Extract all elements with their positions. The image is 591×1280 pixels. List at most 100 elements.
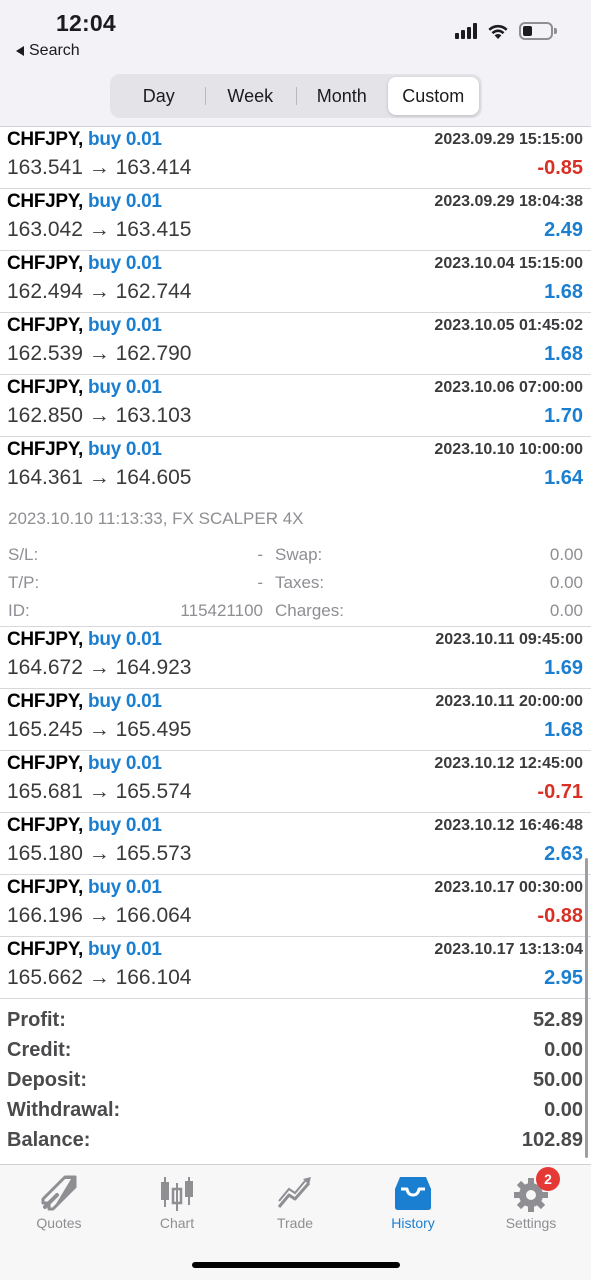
- trade-row[interactable]: CHFJPY, buy 0.01 165.245 → 165.495 2023.…: [0, 689, 591, 751]
- trade-side: buy 0.01: [88, 315, 162, 336]
- summary-value: 52.89: [532, 1009, 583, 1031]
- trade-prices: 164.672 → 164.923: [7, 656, 192, 679]
- trade-side: buy 0.01: [88, 691, 162, 712]
- period-segmented-control: Day Week Month Custom: [110, 74, 482, 118]
- trade-row[interactable]: CHFJPY, buy 0.01 164.672 → 164.923 2023.…: [0, 627, 591, 689]
- trade-time: 2023.10.12 12:45:00: [434, 755, 583, 772]
- cellular-signal-icon: [455, 23, 477, 39]
- notification-badge: 2: [536, 1167, 560, 1191]
- segment-label: Month: [316, 85, 367, 106]
- trade-side: buy 0.01: [88, 877, 162, 898]
- trade-profit: -0.71: [537, 781, 583, 803]
- trade-prices: 165.245 → 165.495: [7, 718, 192, 741]
- wifi-icon: [488, 24, 508, 39]
- trade-symbol: CHFJPY, buy 0.01: [7, 439, 162, 460]
- scroll-indicator[interactable]: [585, 858, 588, 1158]
- tab-label: Settings: [505, 1215, 557, 1231]
- trade-side: buy 0.01: [88, 253, 162, 274]
- tab-chart[interactable]: Chart: [118, 1173, 236, 1237]
- trade-side: buy 0.01: [88, 191, 162, 212]
- trade-detail-panel: 2023.10.10 11:13:33, FX SCALPER 4X S/L: …: [0, 499, 591, 627]
- trade-side: buy 0.01: [88, 439, 162, 460]
- trade-row[interactable]: CHFJPY, buy 0.01 165.180 → 165.573 2023.…: [0, 813, 591, 875]
- tab-history[interactable]: History: [354, 1173, 472, 1237]
- trade-symbol: CHFJPY, buy 0.01: [7, 877, 162, 898]
- trade-prices: 164.361 → 164.605: [7, 466, 192, 489]
- status-time: 12:04: [56, 10, 116, 36]
- trade-symbol: CHFJPY, buy 0.01: [7, 629, 162, 650]
- trade-time: 2023.10.12 16:46:48: [434, 817, 583, 834]
- trade-row[interactable]: CHFJPY, buy 0.01 162.494 → 162.744 2023.…: [0, 251, 591, 313]
- trade-side: buy 0.01: [88, 377, 162, 398]
- tp-label: T/P:: [8, 573, 40, 592]
- trade-side: buy 0.01: [88, 129, 162, 150]
- swap-label: Swap:: [275, 545, 323, 564]
- swap-value: 0.00: [549, 545, 583, 564]
- header: 12:04 Search Day Week Month Custom: [0, 0, 591, 126]
- back-label: Search: [29, 42, 80, 59]
- tab-label: Trade: [276, 1215, 314, 1231]
- trade-row[interactable]: CHFJPY, buy 0.01 163.541 → 163.414 2023.…: [0, 127, 591, 189]
- tab-label: Quotes: [36, 1215, 82, 1231]
- trade-prices: 163.541 → 163.414: [7, 156, 192, 179]
- summary-balance: Balance: 102.89: [0, 1129, 591, 1159]
- tab-trade[interactable]: Trade: [236, 1173, 354, 1237]
- summary-value: 0.00: [544, 1039, 583, 1061]
- trade-side: buy 0.01: [88, 939, 162, 960]
- id-value: 115421100: [180, 601, 263, 620]
- trade-time: 2023.10.06 07:00:00: [434, 379, 583, 396]
- segment-week[interactable]: Week: [204, 77, 297, 115]
- trade-row[interactable]: CHFJPY, buy 0.01 165.681 → 165.574 2023.…: [0, 751, 591, 813]
- segment-month[interactable]: Month: [296, 77, 388, 115]
- summary-value: 0.00: [544, 1099, 583, 1121]
- sl-label: S/L:: [8, 545, 39, 564]
- trade-row[interactable]: CHFJPY, buy 0.01 165.662 → 166.104 2023.…: [0, 937, 591, 999]
- summary-label: Withdrawal:: [7, 1099, 121, 1121]
- trade-row[interactable]: CHFJPY, buy 0.01 166.196 → 166.064 2023.…: [0, 875, 591, 937]
- trade-row-expanded[interactable]: CHFJPY, buy 0.01 164.361 → 164.605 2023.…: [0, 437, 591, 499]
- summary-label: Credit:: [7, 1039, 72, 1061]
- trade-profit: -0.85: [537, 157, 583, 179]
- back-to-search-button[interactable]: Search: [16, 42, 80, 60]
- summary-profit: Profit: 52.89: [0, 1009, 591, 1039]
- summary-credit: Credit: 0.00: [0, 1039, 591, 1069]
- history-list[interactable]: CHFJPY, buy 0.01 163.541 → 163.414 2023.…: [0, 126, 591, 1164]
- trade-row[interactable]: CHFJPY, buy 0.01 162.850 → 163.103 2023.…: [0, 375, 591, 437]
- summary-label: Profit:: [7, 1009, 66, 1031]
- trade-time: 2023.10.11 20:00:00: [435, 693, 583, 710]
- quotes-icon: [41, 1175, 77, 1211]
- segment-custom[interactable]: Custom: [387, 77, 479, 115]
- trade-time: 2023.10.10 10:00:00: [434, 441, 583, 458]
- trade-prices: 162.494 → 162.744: [7, 280, 192, 303]
- back-arrow-icon: [16, 46, 24, 56]
- summary-value: 50.00: [532, 1069, 583, 1091]
- sl-value: -: [257, 545, 263, 564]
- trade-side: buy 0.01: [88, 753, 162, 774]
- trade-profit: 1.68: [544, 343, 583, 365]
- charges-value: 0.00: [549, 601, 583, 620]
- trade-symbol: CHFJPY, buy 0.01: [7, 691, 162, 712]
- trade-symbol: CHFJPY, buy 0.01: [7, 191, 162, 212]
- charges-label: Charges:: [275, 601, 344, 620]
- trade-time: 2023.10.04 15:15:00: [434, 255, 583, 272]
- trade-symbol: CHFJPY, buy 0.01: [7, 939, 162, 960]
- trade-time: 2023.09.29 15:15:00: [434, 131, 583, 148]
- trade-time: 2023.10.17 13:13:04: [434, 941, 583, 958]
- account-summary: Profit: 52.89 Credit: 0.00 Deposit: 50.00 W…: [0, 999, 591, 1159]
- trade-profit: 1.69: [544, 657, 583, 679]
- tab-quotes[interactable]: Quotes: [0, 1173, 118, 1237]
- history-icon: [395, 1177, 431, 1210]
- trade-row[interactable]: CHFJPY, buy 0.01 163.042 → 163.415 2023.…: [0, 189, 591, 251]
- summary-deposit: Deposit: 50.00: [0, 1069, 591, 1099]
- tp-value: -: [257, 573, 263, 592]
- tab-settings[interactable]: 2 Settings: [472, 1167, 590, 1237]
- battery-icon: [519, 22, 557, 40]
- trade-symbol: CHFJPY, buy 0.01: [7, 315, 162, 336]
- segment-day[interactable]: Day: [113, 77, 205, 115]
- home-indicator[interactable]: [192, 1262, 400, 1268]
- trade-row[interactable]: CHFJPY, buy 0.01 162.539 → 162.790 2023.…: [0, 313, 591, 375]
- trade-symbol: CHFJPY, buy 0.01: [7, 129, 162, 150]
- trade-symbol: CHFJPY, buy 0.01: [7, 753, 162, 774]
- trade-prices: 165.681 → 165.574: [7, 780, 192, 803]
- trade-time: 2023.10.17 00:30:00: [434, 879, 583, 896]
